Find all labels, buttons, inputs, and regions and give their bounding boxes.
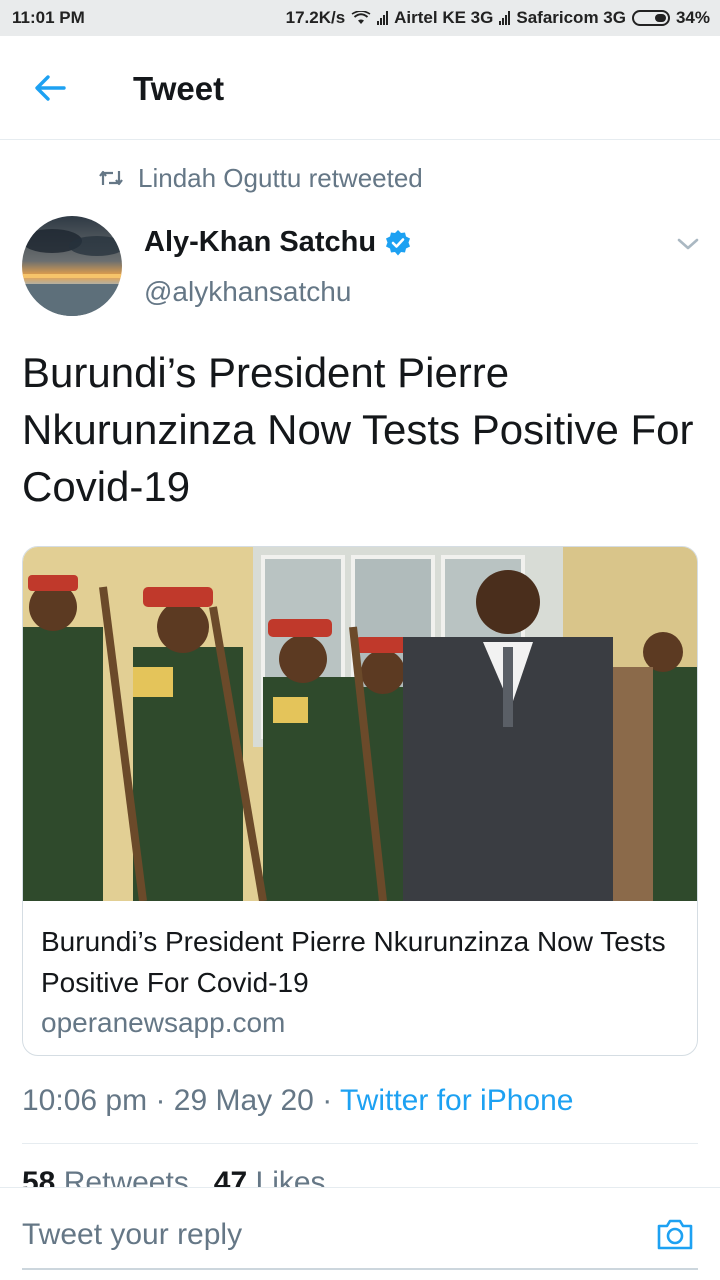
status-indicators: 17.2K/s Airtel KE 3G Safaricom 3G 34% — [286, 8, 710, 28]
wifi-icon — [351, 11, 371, 24]
reply-bar: Tweet your reply — [0, 1187, 720, 1280]
author-handle[interactable]: @alykhansatchu — [144, 276, 351, 308]
retweet-text: Lindah Oguttu retweeted — [138, 162, 423, 193]
meta-separator-2: · — [322, 1084, 333, 1117]
retweets-count: 58 — [22, 1166, 56, 1188]
tweet-stats[interactable]: 58 Retweets 47 Likes — [22, 1166, 326, 1188]
battery-level: 34% — [675, 8, 710, 27]
camera-icon[interactable] — [656, 1216, 694, 1252]
link-card[interactable]: Burundi’s President Pierre Nkurunzinza N… — [22, 546, 698, 1056]
verified-badge-icon — [386, 229, 411, 255]
divider — [22, 1143, 698, 1144]
author-name[interactable]: Aly-Khan Satchu — [144, 226, 412, 259]
meta-separator: · — [155, 1084, 166, 1117]
carrier-2: Safaricom 3G — [516, 8, 626, 27]
tweet-source-link[interactable]: Twitter for iPhone — [340, 1084, 573, 1117]
author-name-text: Aly-Khan Satchu — [144, 226, 377, 258]
avatar[interactable] — [22, 216, 122, 316]
signal-icon-2 — [499, 11, 511, 25]
tweet-text: Burundi’s President Pierre Nkurunzinza N… — [22, 349, 694, 510]
status-bar: 11:01 PM 17.2K/s Airtel KE 3G Safaricom … — [0, 0, 720, 36]
card-domain: operanewsapp.com — [41, 1007, 286, 1038]
likes-count: 47 — [213, 1166, 248, 1188]
reply-input[interactable]: Tweet your reply — [22, 1218, 242, 1252]
signal-icon — [377, 11, 389, 25]
carrier-1: Airtel KE 3G — [394, 8, 494, 27]
retweets-label: Retweets — [63, 1166, 189, 1188]
status-time: 11:01 PM — [12, 8, 85, 27]
page-title: Tweet — [133, 70, 225, 107]
chevron-down-icon[interactable] — [674, 232, 702, 256]
battery-icon — [631, 10, 670, 26]
card-title: Burundi’s President Pierre Nkurunzinza N… — [41, 926, 666, 998]
tweet-time: 10:06 pm — [22, 1084, 148, 1117]
arrow-left-icon[interactable] — [30, 68, 70, 108]
tweet-date: 29 May 20 — [173, 1084, 314, 1117]
likes-label: Likes — [255, 1166, 326, 1188]
network-speed: 17.2K/s — [285, 8, 346, 27]
retweet-icon — [99, 170, 123, 186]
top-bar: Tweet — [0, 36, 720, 140]
reply-underline — [22, 1268, 698, 1270]
card-image — [23, 547, 697, 901]
retweet-indicator[interactable]: Lindah Oguttu retweeted — [98, 162, 423, 194]
tweet-meta: 10:06 pm · 29 May 20 · Twitter for iPhon… — [22, 1084, 573, 1118]
